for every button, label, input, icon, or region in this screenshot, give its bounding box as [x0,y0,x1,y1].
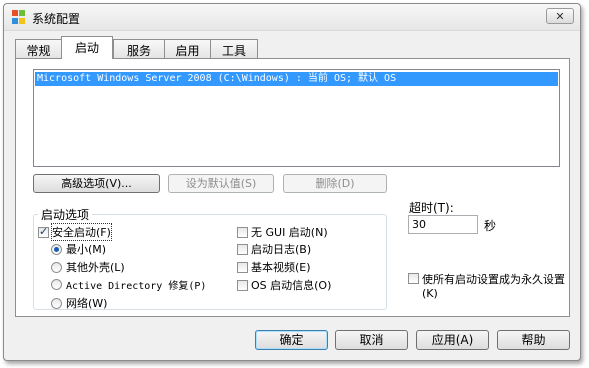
safe-boot-label: 安全启动(F) [51,223,112,241]
timeout-input[interactable] [408,215,478,234]
title-bar: 系统配置 ✕ [4,4,580,31]
timeout-label: 超时(T): [409,201,454,215]
boot-log-label: 启动日志(B) [251,243,312,256]
system-configuration-icon [12,10,26,24]
make-permanent-label: 使所有启动设置成为永久设置(K) [422,273,565,300]
os-boot-info-label: OS 启动信息(O) [251,279,332,292]
checkbox-checked-icon [38,225,49,238]
radio-unselected-icon [51,261,62,273]
set-default-button[interactable]: 设为默认值(S) [168,174,274,193]
advanced-options-button[interactable]: 高级选项(V)... [33,174,160,193]
tab-services[interactable]: 服务 [113,39,165,58]
radio-unselected-icon [51,279,62,290]
tab-tools[interactable]: 工具 [210,39,258,58]
active-directory-repair-radio[interactable]: Active Directory 修复(P) [51,277,206,292]
tab-general[interactable]: 常规 [15,39,62,58]
ok-button[interactable]: 确定 [255,330,328,350]
network-label: 网络(W) [66,297,108,310]
boot-os-list-item[interactable]: Microsoft Windows Server 2008 (C:\Window… [35,72,558,86]
radio-selected-icon [51,243,62,255]
minimal-radio[interactable]: 最小(M) [51,241,106,257]
delete-button[interactable]: 删除(D) [283,174,387,193]
close-icon: ✕ [555,9,565,23]
system-configuration-window: 系统配置 ✕ 常规 启动 服务 启用 工具 Microsoft Windows … [3,3,581,361]
timeout-unit: 秒 [484,219,497,233]
make-permanent-checkbox[interactable]: 使所有启动设置成为永久设置(K) [408,271,568,300]
active-directory-repair-label: Active Directory 修复(P) [66,281,207,292]
checkbox-unchecked-icon [237,261,248,273]
os-boot-info-checkbox[interactable]: OS 启动信息(O) [237,277,331,293]
alternate-shell-label: 其他外壳(L) [66,261,125,274]
checkbox-unchecked-icon [237,279,248,291]
window-title: 系统配置 [32,12,81,26]
close-button[interactable]: ✕ [546,8,574,24]
checkbox-unchecked-icon [237,243,248,255]
no-gui-boot-checkbox[interactable]: 无 GUI 启动(N) [237,224,328,240]
cancel-button[interactable]: 取消 [335,330,408,350]
tab-boot[interactable]: 启动 [61,36,113,59]
boot-options-legend: 启动选项 [38,206,93,223]
base-video-label: 基本视频(E) [251,261,311,274]
radio-unselected-icon [51,297,62,309]
help-button[interactable]: 帮助 [497,330,570,350]
checkbox-unchecked-icon [408,273,419,284]
minimal-label: 最小(M) [66,243,107,256]
safe-boot-checkbox[interactable]: 安全启动(F) [38,223,112,241]
base-video-checkbox[interactable]: 基本视频(E) [237,259,311,275]
boot-log-checkbox[interactable]: 启动日志(B) [237,241,311,257]
no-gui-boot-label: 无 GUI 启动(N) [251,226,328,239]
network-radio[interactable]: 网络(W) [51,295,107,311]
boot-os-list[interactable]: Microsoft Windows Server 2008 (C:\Window… [33,69,560,167]
boot-tab-panel: Microsoft Windows Server 2008 (C:\Window… [15,58,570,317]
tab-startup[interactable]: 启用 [164,39,211,58]
alternate-shell-radio[interactable]: 其他外壳(L) [51,259,125,275]
checkbox-unchecked-icon [237,226,248,238]
apply-button[interactable]: 应用(A) [416,330,489,350]
